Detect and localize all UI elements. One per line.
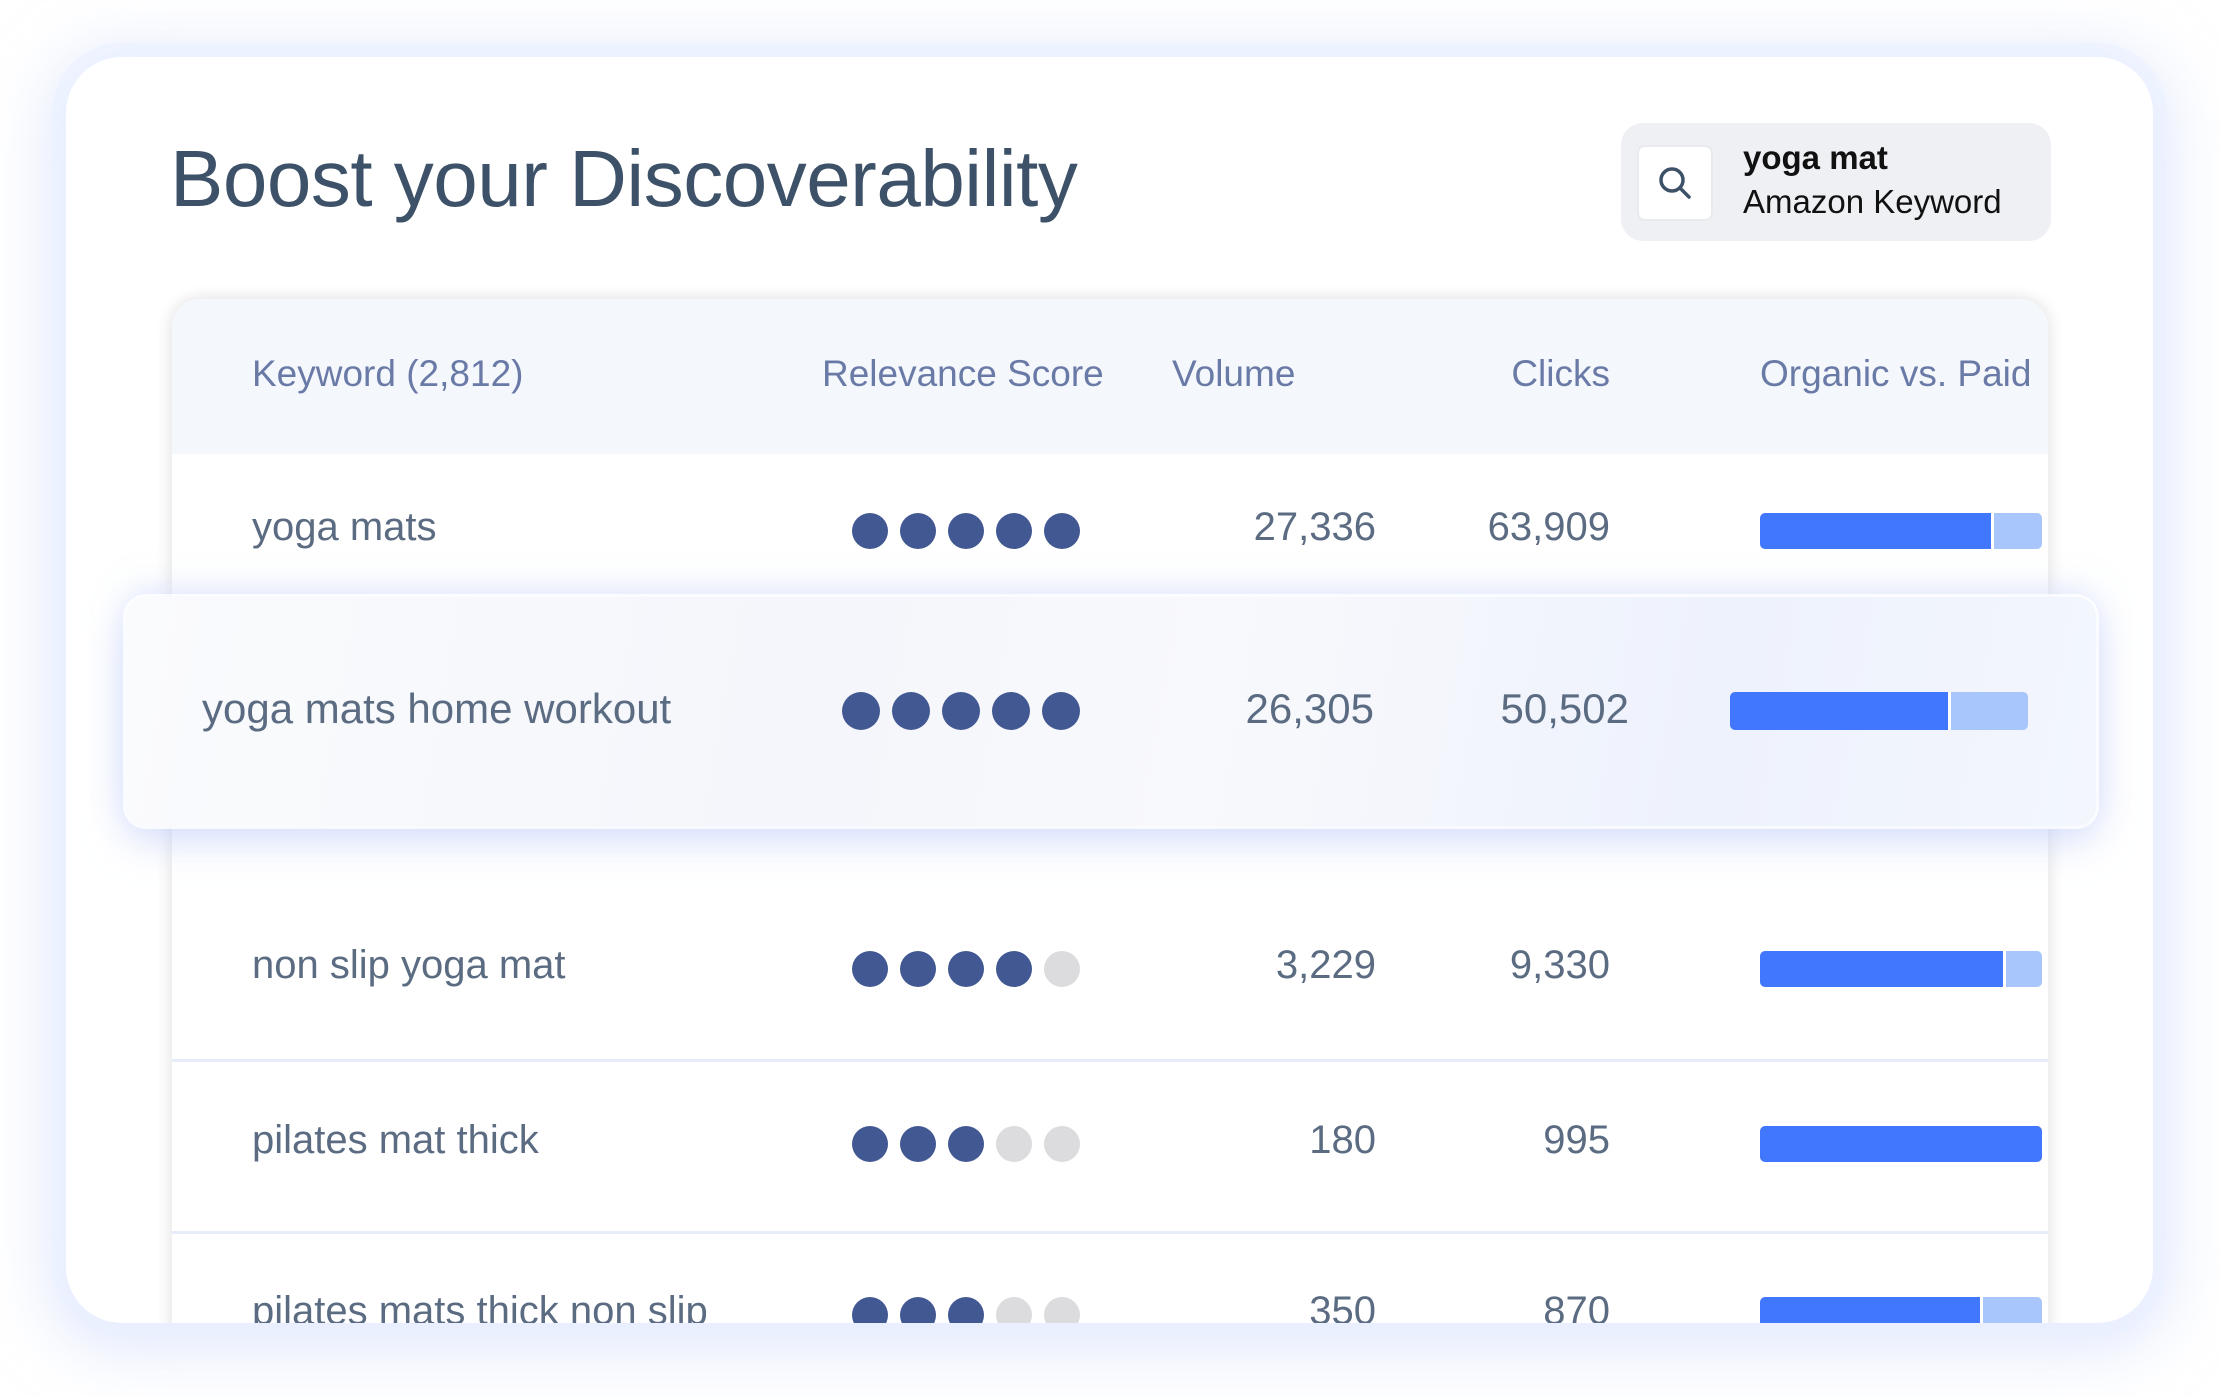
relevance-dot-filled: [1044, 513, 1080, 549]
column-header-volume[interactable]: Volume: [1172, 353, 1295, 395]
clicks-cell: 995: [1543, 1118, 1610, 1162]
relevance-dot-empty: [1044, 951, 1080, 987]
relevance-dot-filled: [942, 692, 980, 730]
organic-vs-paid-bar: [1730, 692, 2028, 730]
relevance-dot-filled: [992, 692, 1030, 730]
keyword-cell[interactable]: non slip yoga mat: [252, 943, 566, 988]
relevance-dot-filled: [948, 951, 984, 987]
relevance-dot-empty: [1044, 1126, 1080, 1162]
relevance-dot-empty: [996, 1126, 1032, 1162]
relevance-score: [852, 513, 1080, 549]
clicks-cell: 50,502: [1500, 685, 1629, 732]
column-header-clicks[interactable]: Clicks: [1511, 353, 1610, 395]
relevance-dot-filled: [852, 513, 888, 549]
table-header: Keyword (2,812) Relevance Score Volume C…: [172, 299, 2048, 454]
volume-cell: 180: [1309, 1118, 1376, 1162]
table-row[interactable]: pilates mat thick 180 995: [172, 1062, 2048, 1234]
paid-segment: [1994, 513, 2042, 549]
organic-segment: [1760, 513, 1992, 549]
paid-segment: [1982, 1297, 2042, 1323]
keyword-cell[interactable]: pilates mats thick non slip: [252, 1289, 708, 1323]
keyword-cell[interactable]: yoga mats: [252, 505, 437, 550]
paid-segment: [1950, 692, 2028, 730]
page-title: Boost your Discoverability: [170, 134, 1078, 223]
relevance-dot-empty: [1044, 1297, 1080, 1323]
volume-cell: 350: [1309, 1289, 1376, 1323]
column-header-keyword[interactable]: Keyword (2,812): [252, 353, 523, 395]
relevance-dot-filled: [996, 513, 1032, 549]
relevance-dot-filled: [852, 1297, 888, 1323]
clicks-cell: 9,330: [1509, 943, 1610, 987]
relevance-dot-empty: [996, 1297, 1032, 1323]
column-header-relevance[interactable]: Relevance Score: [822, 353, 1104, 395]
relevance-dot-filled: [900, 1126, 936, 1162]
organic-segment: [1760, 1126, 2042, 1162]
column-header-organic-vs-paid[interactable]: Organic vs. Paid: [1760, 353, 2031, 395]
organic-vs-paid-bar: [1760, 513, 2042, 549]
organic-segment: [1760, 951, 2003, 987]
relevance-score: [852, 951, 1080, 987]
keyword-cell[interactable]: pilates mat thick: [252, 1118, 539, 1163]
relevance-dot-filled: [948, 513, 984, 549]
search-button[interactable]: [1639, 147, 1711, 219]
relevance-dot-filled: [900, 1297, 936, 1323]
relevance-dot-filled: [1042, 692, 1080, 730]
keyword-search-chip[interactable]: yoga mat Amazon Keyword: [1621, 123, 2051, 241]
relevance-dot-filled: [852, 1126, 888, 1162]
relevance-dot-filled: [996, 951, 1032, 987]
relevance-dot-filled: [852, 951, 888, 987]
relevance-dot-filled: [948, 1126, 984, 1162]
relevance-dot-filled: [900, 951, 936, 987]
volume-cell: 3,229: [1275, 943, 1376, 987]
relevance-dot-filled: [900, 513, 936, 549]
relevance-score: [852, 1297, 1080, 1323]
clicks-cell: 870: [1543, 1289, 1610, 1323]
table-row-highlighted[interactable]: yoga mats home workout 26,305 50,502: [126, 597, 2096, 826]
relevance-dot-filled: [842, 692, 880, 730]
relevance-score: [842, 692, 1080, 730]
organic-vs-paid-bar: [1760, 1126, 2042, 1162]
volume-cell: 26,305: [1245, 685, 1374, 732]
organic-vs-paid-bar: [1760, 1297, 2042, 1323]
search-type: Amazon Keyword: [1743, 183, 2002, 220]
search-icon: [1659, 167, 1691, 199]
organic-segment: [1760, 1297, 1980, 1323]
table-row[interactable]: pilates mats thick non slip 350 870: [172, 1234, 2048, 1323]
organic-segment: [1730, 692, 1948, 730]
volume-cell: 27,336: [1253, 505, 1376, 549]
keyword-cell[interactable]: yoga mats home workout: [202, 685, 671, 733]
organic-vs-paid-bar: [1760, 951, 2042, 987]
paid-segment: [2005, 951, 2042, 987]
relevance-dot-filled: [892, 692, 930, 730]
clicks-cell: 63,909: [1487, 505, 1610, 549]
table-row[interactable]: non slip yoga mat 3,229 9,330: [172, 884, 2048, 1062]
search-query: yoga mat: [1743, 139, 1888, 176]
relevance-score: [852, 1126, 1080, 1162]
relevance-dot-filled: [948, 1297, 984, 1323]
